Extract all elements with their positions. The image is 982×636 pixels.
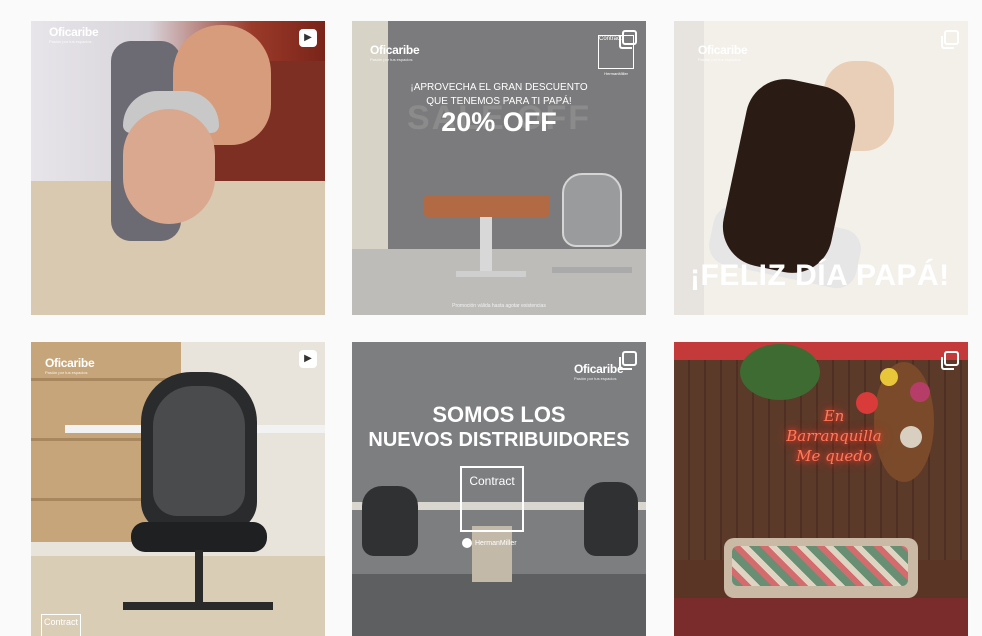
contract-badge: Contract: [41, 614, 81, 636]
brand-logo: Oficaribe Pasión por tus espacios: [49, 25, 99, 44]
photo-flower: [910, 382, 930, 402]
photo-flower: [900, 426, 922, 448]
photo-flower: [880, 368, 898, 386]
headline-line-2: NUEVOS DISTRIBUIDORES: [368, 429, 630, 451]
photo-floor: [352, 574, 646, 636]
photo-floor: [674, 598, 968, 636]
brand-logo: Oficaribe Pasión por tus espacios: [370, 43, 420, 62]
carousel-icon: [941, 30, 959, 49]
photo-desk-leg: [480, 217, 492, 273]
photo-chair-base: [552, 267, 632, 273]
promo-discount: 20% OFF: [441, 107, 557, 137]
photo-desk: [424, 195, 550, 217]
photo-chair: [562, 173, 622, 247]
post-tile-3[interactable]: Oficaribe Pasión por tus espacios ¡FELIZ …: [674, 21, 968, 315]
post-tile-4[interactable]: Oficaribe Pasión por tus espacios Contrac…: [31, 342, 325, 636]
profile-post-grid: Oficaribe Pasión por tus espacios ▶ Ofica…: [0, 0, 982, 636]
brand-logo: Oficaribe Pasión por tus espacios: [574, 362, 624, 381]
post-tile-5[interactable]: Oficaribe Pasión por tus espacios SOMOS L…: [352, 342, 646, 636]
photo-hanging-plant: [740, 344, 820, 400]
headline-line-1: SOMOS LOS: [432, 402, 566, 427]
shelf-line: [31, 378, 181, 381]
carousel-icon: [619, 30, 637, 49]
hermanmiller-logo: HermanMiller: [462, 538, 517, 548]
photo-chair-base: [123, 602, 273, 610]
photo-cabinet: [472, 526, 512, 582]
brand-logo: Oficaribe Pasión por tus espacios: [698, 43, 748, 62]
post-headline: ¡FELIZ DÍA PAPÁ!: [690, 259, 950, 292]
reel-icon: ▶: [299, 29, 317, 47]
photo-sofa-pattern: [732, 546, 908, 586]
photo-chair-left: [362, 486, 418, 556]
post-tile-2[interactable]: Oficaribe Pasión por tus espacios SALE OF…: [352, 21, 646, 315]
photo-chair-mesh: [153, 386, 245, 516]
brand-logo: Oficaribe Pasión por tus espacios: [45, 356, 95, 375]
neon-sign: En Barranquilla Me quedo: [786, 407, 882, 465]
carousel-icon: [941, 351, 959, 370]
hermanmiller-logo: HermanMiller: [604, 71, 628, 76]
photo-chair-right: [584, 482, 638, 556]
photo-face-grandfather: [123, 109, 215, 224]
promo-disclaimer: Promoción válida hasta agotar existencia…: [452, 303, 546, 309]
photo-ceiling: [674, 342, 968, 360]
carousel-icon: [619, 351, 637, 370]
reel-icon: ▶: [299, 350, 317, 368]
contract-logo-box: Contract: [460, 466, 524, 532]
hermanmiller-icon: [462, 538, 472, 548]
photo-chair-seat: [131, 522, 267, 552]
post-tile-6[interactable]: En Barranquilla Me quedo: [674, 342, 968, 636]
post-tile-1[interactable]: Oficaribe Pasión por tus espacios ▶: [31, 21, 325, 315]
photo-chair-stem: [195, 550, 203, 604]
photo-desk-foot: [456, 271, 526, 277]
promo-subtitle: ¡APROVECHA EL GRAN DESCUENTO QUE TENEMOS …: [410, 82, 588, 107]
